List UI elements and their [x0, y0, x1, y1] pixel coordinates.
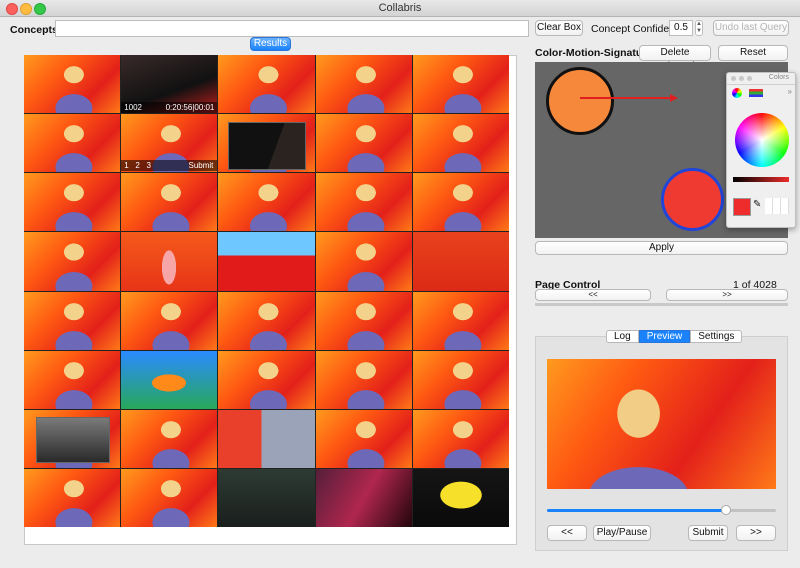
result-thumbnail[interactable]	[412, 55, 509, 114]
player-previous-button[interactable]: <<	[547, 525, 587, 541]
page-link[interactable]: 1	[124, 161, 128, 170]
hover-preview-popup	[228, 122, 306, 170]
thumbnail-info-bar: 1002 0:20:56|00:01	[121, 102, 218, 114]
submit-button[interactable]: Submit	[688, 525, 728, 541]
result-thumbnail[interactable]	[412, 350, 509, 409]
cms-title: Color-Motion-Signature	[535, 47, 653, 59]
concepts-input[interactable]	[55, 20, 529, 37]
concepts-label: Concepts:	[10, 24, 62, 36]
previous-page-button[interactable]: <<	[535, 289, 651, 301]
video-scrubber-handle[interactable]	[720, 505, 731, 515]
result-thumbnail[interactable]	[121, 350, 218, 409]
thumbnail-action-bar: 1 2 3 Submit	[121, 160, 218, 172]
color-wheel[interactable]	[735, 113, 789, 167]
tab-settings[interactable]: Settings	[690, 330, 743, 343]
result-thumbnail[interactable]	[315, 468, 412, 527]
result-thumbnail[interactable]	[121, 468, 218, 527]
result-thumbnail[interactable]	[412, 291, 509, 350]
color-wheel-mode-icon[interactable]	[732, 88, 742, 98]
result-thumbnail[interactable]	[24, 173, 121, 232]
result-thumbnail[interactable]	[121, 173, 218, 232]
timecode: 0:20:56|00:01	[165, 103, 215, 113]
result-thumbnail[interactable]	[315, 114, 412, 173]
result-thumbnail[interactable]	[412, 232, 509, 291]
colors-zoom-button[interactable]	[747, 76, 752, 81]
apply-button[interactable]: Apply	[535, 241, 788, 255]
colors-close-button[interactable]	[731, 76, 736, 81]
result-thumbnail[interactable]	[218, 232, 315, 291]
result-thumbnail[interactable]	[24, 114, 121, 173]
title-bar: Collabris	[0, 0, 800, 17]
result-thumbnail[interactable]	[121, 232, 218, 291]
color-swatch-grid[interactable]	[765, 198, 789, 214]
result-thumbnail[interactable]	[218, 468, 315, 527]
result-thumbnail[interactable]	[121, 291, 218, 350]
result-thumbnail[interactable]	[24, 350, 121, 409]
delete-selected-button[interactable]: Delete Selected	[639, 45, 711, 72]
result-thumbnail[interactable]	[315, 350, 412, 409]
result-thumbnail[interactable]	[218, 55, 315, 114]
result-thumbnail[interactable]	[315, 173, 412, 232]
result-thumbnail[interactable]	[412, 173, 509, 232]
tab-log[interactable]: Log	[606, 330, 639, 343]
selected-color-swatch[interactable]	[733, 198, 751, 216]
result-thumbnail[interactable]	[218, 291, 315, 350]
results-tab[interactable]: Results	[250, 37, 291, 51]
motion-arrow-head[interactable]	[670, 94, 678, 102]
window-title: Collabris	[378, 2, 422, 14]
color-circle[interactable]	[661, 168, 724, 231]
result-thumbnail[interactable]	[24, 55, 121, 114]
hover-preview-popup	[36, 417, 110, 463]
tab-preview[interactable]: Preview	[638, 330, 691, 343]
result-thumbnail[interactable]	[412, 468, 509, 527]
video-scrubber-progress	[547, 509, 726, 512]
page-link[interactable]: 3	[146, 161, 150, 170]
colors-panel-titlebar: Colors	[727, 73, 795, 85]
result-thumbnail[interactable]	[24, 291, 121, 350]
result-thumbnail[interactable]	[218, 173, 315, 232]
thumbnail-submit-button[interactable]: Submit	[188, 160, 213, 171]
result-thumbnail[interactable]	[315, 409, 412, 468]
result-thumbnail[interactable]	[315, 232, 412, 291]
colors-minimize-button[interactable]	[739, 76, 744, 81]
result-thumbnail[interactable]: 1 2 3 Submit	[121, 114, 218, 173]
confidence-stepper[interactable]: ▲ ▼	[695, 20, 703, 36]
stepper-up-icon[interactable]: ▲	[696, 21, 702, 27]
result-thumbnail[interactable]	[24, 232, 121, 291]
result-thumbnail[interactable]	[315, 55, 412, 114]
confidence-input[interactable]: 0.5	[669, 20, 693, 36]
result-thumbnail[interactable]	[315, 291, 412, 350]
brightness-slider[interactable]	[733, 177, 789, 182]
color-sliders-mode-icon[interactable]	[749, 89, 763, 97]
result-thumbnail[interactable]: 1002 0:20:56|00:01	[121, 55, 218, 114]
page-progress-bar	[535, 303, 788, 306]
play-pause-button[interactable]: Play/Pause	[593, 525, 651, 541]
player-next-button[interactable]: >>	[736, 525, 776, 541]
next-page-button[interactable]: >>	[666, 289, 788, 301]
page-link[interactable]: 2	[135, 161, 139, 170]
colors-panel[interactable]: Colors » ✎	[726, 72, 796, 228]
frame-id: 1002	[124, 103, 142, 113]
bottom-tabs: Log Preview Settings	[606, 330, 743, 343]
more-modes-icon[interactable]: »	[788, 87, 792, 96]
result-thumbnail[interactable]	[412, 114, 509, 173]
result-thumbnail[interactable]	[121, 409, 218, 468]
colors-panel-title: Colors	[768, 74, 789, 81]
result-thumbnail[interactable]	[218, 350, 315, 409]
clear-box-button[interactable]: Clear Box	[535, 20, 583, 36]
undo-last-query-button[interactable]: Undo last Query	[713, 20, 789, 36]
result-thumbnail[interactable]	[412, 409, 509, 468]
video-preview[interactable]	[547, 359, 776, 489]
result-thumbnail[interactable]	[218, 409, 315, 468]
reset-features-button[interactable]: Reset Features	[718, 45, 788, 72]
result-thumbnail[interactable]	[24, 468, 121, 527]
eyedropper-icon[interactable]: ✎	[753, 199, 761, 210]
stepper-down-icon[interactable]: ▼	[696, 28, 702, 34]
